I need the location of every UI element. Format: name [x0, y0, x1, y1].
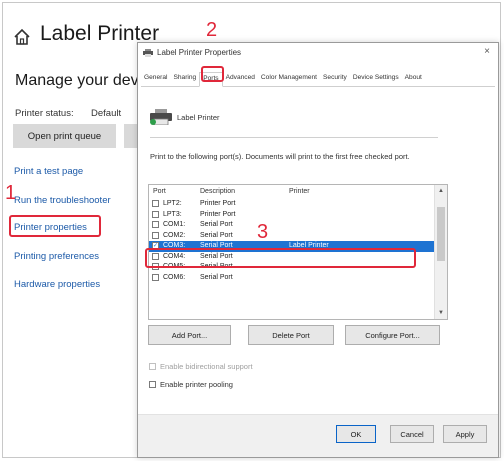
col-port[interactable]: Port: [153, 188, 166, 195]
port-description: Serial Port: [200, 221, 233, 228]
port-name: LPT2:: [163, 200, 182, 207]
scroll-up-icon[interactable]: ▲: [438, 188, 444, 194]
tab-about[interactable]: About: [402, 72, 425, 86]
printer-name: Label Printer: [177, 113, 220, 122]
separator: [150, 137, 438, 138]
printer-status-label: Printer status:: [15, 108, 74, 119]
port-checkbox[interactable]: [152, 200, 159, 207]
port-row-com2[interactable]: COM2: Serial Port: [149, 231, 435, 242]
scroll-thumb[interactable]: [437, 207, 445, 261]
scroll-down-icon[interactable]: ▼: [438, 310, 444, 316]
port-row-lpt2[interactable]: LPT2: Printer Port: [149, 199, 435, 210]
dialog-tabs: General Sharing Ports Advanced Color Man…: [141, 72, 495, 87]
port-name: COM6:: [163, 273, 186, 281]
step-2-label: 2: [206, 19, 218, 41]
cancel-button[interactable]: Cancel: [390, 425, 434, 443]
port-description: Printer Port: [200, 200, 236, 207]
run-troubleshooter-link[interactable]: Run the troubleshooter: [14, 195, 111, 206]
port-list-scrollbar[interactable]: ▲ ▼: [434, 185, 447, 319]
pooling-checkbox[interactable]: [149, 381, 156, 388]
highlight-printer-properties: [9, 215, 101, 237]
tab-advanced[interactable]: Advanced: [223, 72, 258, 86]
dialog-title: Label Printer Properties: [157, 48, 242, 57]
highlight-ports-tab: [201, 66, 224, 82]
col-printer[interactable]: Printer: [289, 188, 310, 195]
apply-button[interactable]: Apply: [443, 425, 487, 443]
pooling-label: Enable printer pooling: [160, 380, 233, 389]
close-icon[interactable]: ×: [484, 46, 490, 57]
bidirectional-checkbox: [149, 363, 156, 370]
col-description[interactable]: Description: [200, 188, 235, 195]
dialog-title-bar: Label Printer Properties: [143, 48, 241, 57]
ok-button[interactable]: OK: [336, 425, 376, 443]
highlight-com3-row: [145, 248, 416, 268]
port-list-header: Port Description Printer: [149, 185, 447, 199]
port-name: LPT3:: [163, 210, 182, 218]
step-3-label: 3: [257, 221, 269, 243]
port-description: Serial Port: [200, 273, 233, 281]
pooling-option[interactable]: Enable printer pooling: [149, 380, 233, 389]
printer-small-icon: [143, 48, 153, 57]
tab-color-management[interactable]: Color Management: [258, 72, 320, 86]
open-print-queue-button[interactable]: Open print queue: [13, 124, 116, 148]
bidirectional-option: Enable bidirectional support: [149, 362, 253, 371]
tab-general[interactable]: General: [141, 72, 170, 86]
print-test-page-link[interactable]: Print a test page: [14, 166, 83, 177]
printer-icon: [150, 109, 172, 125]
home-icon: [14, 28, 30, 45]
port-checkbox[interactable]: [152, 231, 159, 239]
port-description: Serial Port: [200, 231, 233, 239]
printer-status-value: Default: [91, 108, 122, 119]
tab-sharing[interactable]: Sharing: [170, 72, 199, 86]
port-row-com1[interactable]: COM1: Serial Port: [149, 220, 435, 231]
port-description: Printer Port: [200, 210, 236, 218]
port-name: COM1:: [163, 221, 186, 228]
port-checkbox[interactable]: [152, 273, 159, 281]
port-checkbox[interactable]: [152, 210, 159, 218]
tab-security[interactable]: Security: [320, 72, 350, 86]
printing-preferences-link[interactable]: Printing preferences: [14, 251, 99, 262]
manage-heading: Manage your devi: [15, 72, 143, 89]
step-1-label: 1: [5, 182, 17, 204]
add-port-button[interactable]: Add Port...: [148, 325, 231, 345]
port-instructions: Print to the following port(s). Document…: [150, 152, 410, 161]
tab-device-settings[interactable]: Device Settings: [350, 72, 402, 86]
port-name: COM2:: [163, 231, 186, 239]
port-row-com6[interactable]: COM6: Serial Port: [149, 273, 435, 284]
port-row-lpt3[interactable]: LPT3: Printer Port: [149, 210, 435, 221]
hardware-properties-link[interactable]: Hardware properties: [14, 279, 100, 290]
configure-port-button[interactable]: Configure Port...: [345, 325, 440, 345]
port-checkbox[interactable]: [152, 221, 159, 228]
dialog-footer: OK Cancel Apply: [138, 414, 498, 457]
bidirectional-label: Enable bidirectional support: [160, 362, 253, 371]
delete-port-button[interactable]: Delete Port: [248, 325, 334, 345]
